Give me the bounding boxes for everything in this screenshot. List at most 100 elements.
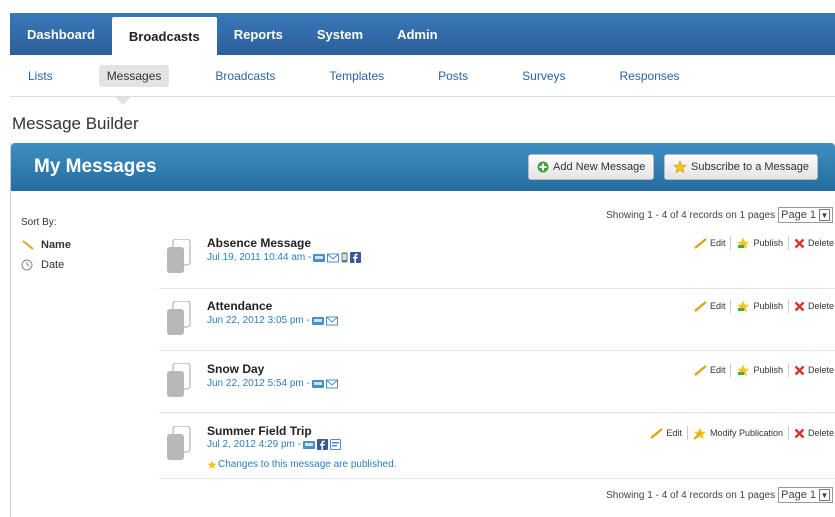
edit-label: Edit — [666, 428, 682, 438]
subnav-surveys[interactable]: Surveys — [514, 65, 573, 87]
pencil-icon — [650, 427, 664, 439]
subnav-templates[interactable]: Templates — [321, 65, 392, 87]
publish-label: Publish — [753, 365, 783, 375]
phone-icon — [313, 253, 326, 263]
message-meta: Jul 19, 2011 10:44 am - — [207, 252, 362, 263]
panel-title: My Messages — [34, 156, 157, 177]
edit-action[interactable]: Edit — [694, 364, 726, 376]
delete-action[interactable]: Delete — [794, 301, 834, 312]
phone-icon — [311, 316, 324, 326]
page-select[interactable]: Page 1 ▼ — [778, 487, 833, 503]
message-name[interactable]: Summer Field Trip — [207, 424, 312, 438]
page-select-value: Page 1 — [781, 489, 816, 501]
email-icon — [325, 379, 338, 389]
message-date: Jul 2, 2012 4:29 pm - — [207, 439, 301, 450]
sort-by-name[interactable]: Name — [21, 239, 71, 251]
message-date: Jul 19, 2011 10:44 am - — [207, 252, 312, 263]
add-new-message-button[interactable]: Add New Message — [528, 154, 655, 180]
publish-star-icon — [736, 364, 750, 377]
publish-action[interactable]: Publish — [736, 364, 783, 377]
pencil-icon — [694, 237, 707, 249]
add-icon — [537, 161, 549, 173]
document-icon — [167, 300, 191, 338]
publish-action[interactable]: Publish — [736, 237, 783, 250]
message-meta: Jun 22, 2012 3:05 pm - — [207, 315, 338, 326]
edit-action[interactable]: Edit — [694, 237, 726, 249]
divider — [730, 363, 732, 377]
tab-dashboard[interactable]: Dashboard — [10, 13, 112, 55]
delete-label: Delete — [807, 238, 834, 248]
delete-icon — [794, 301, 805, 312]
published-note: Changes to this message are published. — [207, 459, 396, 470]
page-title: Message Builder — [12, 114, 139, 133]
publish-label: Publish — [753, 238, 783, 248]
edit-label: Edit — [709, 365, 726, 375]
showing-records-text: Showing 1 - 4 of 4 records on 1 pages — [606, 209, 776, 221]
subnav-messages[interactable]: Messages — [98, 64, 170, 87]
web-post-icon — [329, 439, 341, 450]
message-name[interactable]: Absence Message — [207, 236, 311, 250]
delete-action[interactable]: Delete — [794, 365, 834, 376]
subnav-lists[interactable]: Lists — [20, 65, 61, 87]
delete-label: Delete — [807, 365, 834, 375]
subnav-broadcasts[interactable]: Broadcasts — [207, 65, 283, 87]
published-note-text: Changes to this message are published. — [218, 459, 397, 470]
sort-name-label: Name — [41, 239, 71, 251]
pencil-icon — [694, 300, 707, 312]
email-icon — [325, 316, 338, 326]
divider — [686, 426, 688, 440]
message-meta: Jun 22, 2012 5:54 pm - — [207, 378, 338, 389]
add-new-message-label: Add New Message — [553, 161, 646, 173]
facebook-icon — [316, 439, 328, 450]
edit-label: Edit — [709, 301, 726, 311]
divider — [787, 299, 789, 313]
subnav-responses[interactable]: Responses — [612, 65, 688, 87]
publish-action[interactable]: Publish — [736, 300, 783, 313]
modify-publication-action[interactable]: Modify Publication — [693, 427, 783, 440]
message-row[interactable]: Summer Field Trip Jul 2, 2012 4:29 pm - … — [159, 413, 835, 479]
subscribe-message-label: Subscribe to a Message — [691, 161, 810, 173]
tab-broadcasts[interactable]: Broadcasts — [111, 17, 217, 55]
modify-publication-icon — [693, 427, 707, 440]
divider — [787, 426, 789, 440]
message-row[interactable]: Attendance Jun 22, 2012 3:05 pm - Edit P… — [159, 289, 835, 351]
edit-action[interactable]: Edit — [694, 300, 726, 312]
panel-header: My Messages Add New Message Subscribe to… — [11, 143, 835, 191]
delete-label: Delete — [807, 428, 834, 438]
phone-icon — [311, 379, 324, 389]
published-star-icon — [207, 460, 217, 470]
row-actions: Edit Modify Publication Delete — [650, 426, 834, 440]
edit-action[interactable]: Edit — [650, 427, 682, 439]
modify-publication-label: Modify Publication — [709, 428, 783, 438]
delete-label: Delete — [807, 301, 834, 311]
subnav-posts[interactable]: Posts — [430, 65, 476, 87]
edit-label: Edit — [709, 238, 726, 248]
message-name[interactable]: Snow Day — [207, 362, 264, 376]
messages-panel: My Messages Add New Message Subscribe to… — [10, 143, 835, 517]
sort-by-date[interactable]: Date — [21, 259, 64, 271]
pencil-icon — [21, 239, 37, 251]
chevron-down-icon: ▼ — [819, 489, 830, 501]
message-row[interactable]: Absence Message Jul 19, 2011 10:44 am - … — [159, 229, 835, 289]
publish-star-icon — [736, 237, 750, 250]
message-meta: Jul 2, 2012 4:29 pm - — [207, 439, 341, 450]
document-icon — [167, 362, 191, 400]
delete-action[interactable]: Delete — [794, 428, 834, 439]
document-icon — [167, 425, 191, 463]
delete-icon — [794, 428, 805, 439]
mobile-icon — [341, 252, 348, 263]
message-name[interactable]: Attendance — [207, 299, 272, 313]
message-date: Jun 22, 2012 3:05 pm - — [207, 315, 310, 326]
sort-by-label: Sort By: — [21, 217, 57, 228]
publish-label: Publish — [753, 301, 783, 311]
tab-reports[interactable]: Reports — [217, 13, 300, 55]
page-select[interactable]: Page 1 ▼ — [778, 207, 833, 223]
delete-action[interactable]: Delete — [794, 238, 834, 249]
subscribe-message-button[interactable]: Subscribe to a Message — [664, 154, 819, 180]
pencil-icon — [694, 364, 707, 376]
tab-system[interactable]: System — [300, 13, 380, 55]
tab-admin[interactable]: Admin — [380, 13, 454, 55]
message-row[interactable]: Snow Day Jun 22, 2012 5:54 pm - Edit Pub… — [159, 351, 835, 413]
facebook-icon — [350, 252, 362, 263]
divider — [730, 236, 732, 250]
